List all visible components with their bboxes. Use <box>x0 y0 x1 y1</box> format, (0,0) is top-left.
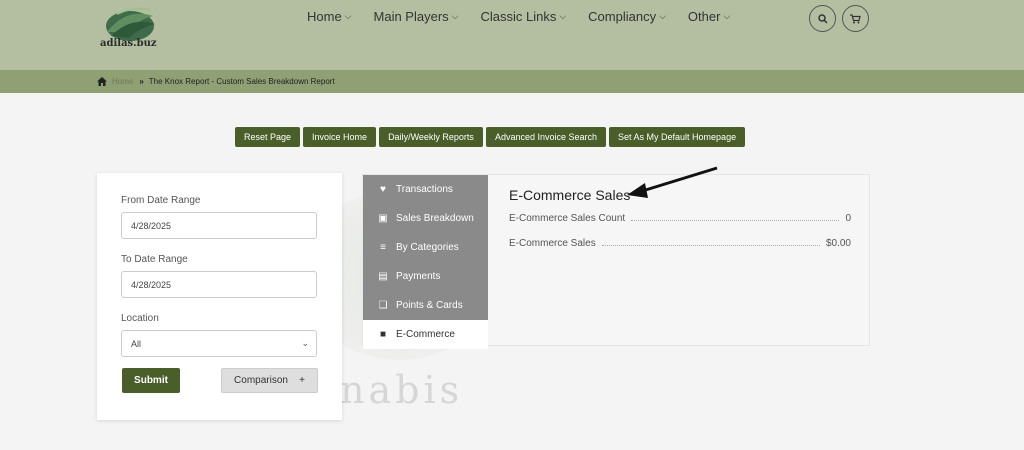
search-icon <box>817 13 828 24</box>
menu-item-e-commerce[interactable]: ■ E-Commerce <box>363 320 488 349</box>
row-label: E-Commerce Sales Count <box>509 213 626 224</box>
menu-item-transactions[interactable]: ♥ Transactions <box>363 175 488 204</box>
brand-name[interactable]: adilas.buz <box>100 38 157 49</box>
site-header: adilas.buz Home ⌵ Main Players ⌵ Classic L… <box>0 0 1024 70</box>
menu-item-points-cards[interactable]: ❏ Points & Cards <box>363 291 488 320</box>
daily-weekly-reports-button[interactable]: Daily/Weekly Reports <box>379 127 483 147</box>
chevron-down-icon: ⌵ <box>659 11 666 21</box>
chevron-down-icon: ⌄ <box>301 338 309 348</box>
list-icon: ≡ <box>380 242 386 253</box>
reset-page-button[interactable]: Reset Page <box>235 127 301 147</box>
nav-compliancy[interactable]: Compliancy ⌵ <box>588 9 666 24</box>
gift-icon: ❏ <box>378 300 388 311</box>
row-value: 0 <box>845 213 851 224</box>
cart-button[interactable] <box>842 5 869 32</box>
cart-icon <box>850 13 861 23</box>
menu-item-sales-breakdown[interactable]: ▣ Sales Breakdown <box>363 204 488 233</box>
report-row: E-Commerce Sales $0.00 <box>509 238 851 249</box>
double-chevron-right-icon: » <box>139 77 144 86</box>
advanced-invoice-search-button[interactable]: Advanced Invoice Search <box>485 127 607 147</box>
report-row: E-Commerce Sales Count 0 <box>509 213 851 224</box>
dotted-leader <box>631 215 840 221</box>
report-panel: ♥ Transactions ▣ Sales Breakdown ≡ By Categ… <box>362 174 870 349</box>
row-label: E-Commerce Sales <box>509 238 596 249</box>
breadcrumb: Home » The Knox Report - Custom Sales Br… <box>0 70 1024 93</box>
chevron-down-icon: ⌵ <box>723 11 731 21</box>
dotted-leader <box>601 240 820 246</box>
invoice-home-button[interactable]: Invoice Home <box>303 127 377 147</box>
plus-icon: + <box>299 375 305 386</box>
action-toolbar: Reset Page Invoice Home Daily/Weekly Rep… <box>235 127 748 147</box>
search-button[interactable] <box>809 5 836 32</box>
to-date-label: To Date Range <box>121 254 188 265</box>
nav-classic-links[interactable]: Classic Links ⌵ <box>480 9 566 24</box>
heart-pulse-icon: ♥ <box>380 184 386 195</box>
shopping-bag-icon: ■ <box>379 329 387 340</box>
location-label: Location <box>121 313 159 324</box>
chevron-down-icon: ⌵ <box>451 11 459 21</box>
breadcrumb-current: The Knox Report - Custom Sales Breakdown… <box>148 77 335 86</box>
watermark-text: nabis <box>340 368 464 412</box>
chevron-down-icon: ⌵ <box>344 11 352 21</box>
from-date-label: From Date Range <box>121 195 201 206</box>
report-side-menu: ♥ Transactions ▣ Sales Breakdown ≡ By Categ… <box>363 175 488 349</box>
row-value: $0.00 <box>825 238 851 249</box>
menu-item-by-categories[interactable]: ≡ By Categories <box>363 233 488 262</box>
submit-button[interactable]: Submit <box>122 368 180 393</box>
location-select[interactable]: All ⌄ <box>121 330 317 357</box>
chevron-down-icon: ⌵ <box>559 11 567 21</box>
nav-other[interactable]: Other ⌵ <box>688 9 730 24</box>
money-icon: ▣ <box>378 213 388 224</box>
annotation-arrow-icon <box>627 166 718 198</box>
to-date-input[interactable]: 4/28/2025 <box>121 271 317 298</box>
filter-card: From Date Range 4/28/2025 To Date Range … <box>97 173 342 420</box>
home-icon[interactable] <box>97 77 107 86</box>
from-date-input[interactable]: 4/28/2025 <box>121 212 317 239</box>
main-nav: Home ⌵ Main Players ⌵ Classic Links ⌵ Compl… <box>307 9 752 24</box>
menu-item-payments[interactable]: ▤ Payments <box>363 262 488 291</box>
credit-card-icon: ▤ <box>378 271 388 282</box>
breadcrumb-home-link[interactable]: Home <box>112 77 133 86</box>
nav-home[interactable]: Home ⌵ <box>307 9 352 24</box>
nav-main-players[interactable]: Main Players ⌵ <box>374 9 459 24</box>
comparison-button[interactable]: Comparison + <box>221 368 318 393</box>
set-default-homepage-button[interactable]: Set As My Default Homepage <box>609 127 746 147</box>
